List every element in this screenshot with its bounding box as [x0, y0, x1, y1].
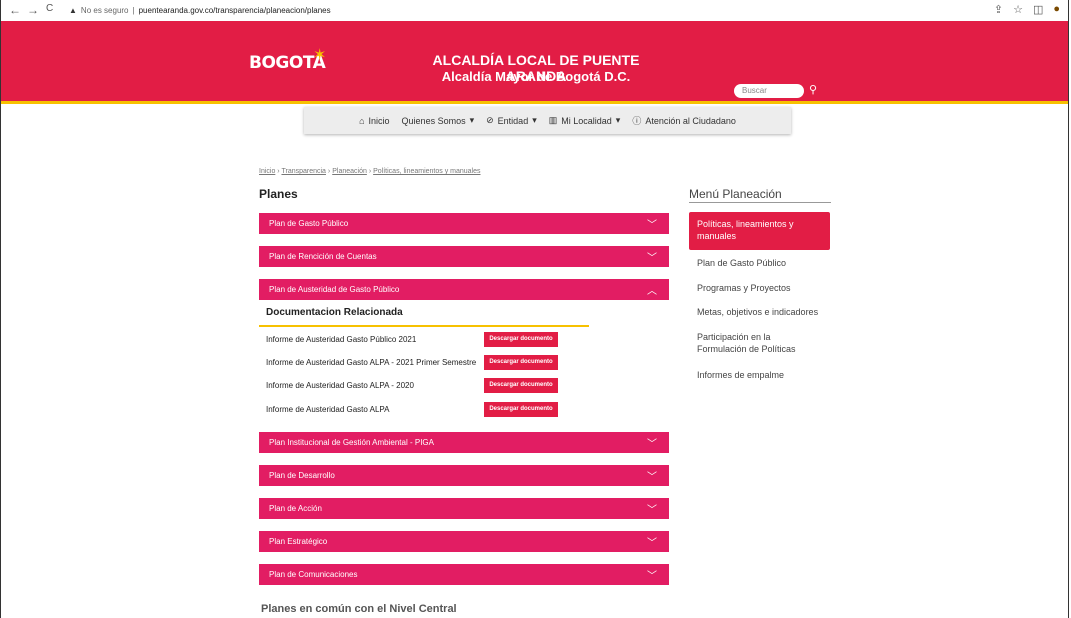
menu-label: Atención al Ciudadano: [645, 115, 736, 126]
menu-label: Mi Localidad: [561, 115, 612, 126]
accordion-plan-accion[interactable]: Plan de Acción ﹀: [259, 498, 669, 519]
accordion-plan-piga[interactable]: Plan Institucional de Gestión Ambiental …: [259, 432, 669, 453]
page-title: Planes: [259, 187, 298, 201]
info-icon: ⓘ: [632, 116, 642, 126]
search-input[interactable]: Buscar: [734, 84, 804, 98]
accordion-label: Plan de Desarrollo: [269, 471, 335, 480]
chevron-down-icon: ▾: [469, 115, 475, 125]
sidebar-item-metas[interactable]: Metas, objetivos e indicadores: [697, 306, 818, 318]
sidebar-item-gasto[interactable]: Plan de Gasto Público: [697, 257, 786, 269]
breadcrumb: Inicio › Transparencia › Planeación › Po…: [259, 168, 481, 175]
download-button[interactable]: Descargar documento: [484, 378, 558, 393]
doc-title: Informe de Austeridad Gasto ALPA - 2021 …: [266, 358, 477, 367]
chevron-down-icon: ﹀: [647, 505, 657, 516]
menu-label: Quienes Somos: [401, 115, 466, 126]
warning-icon: ▲: [69, 5, 77, 15]
sidebar-item-politicas[interactable]: Políticas, lineamientos y manuales: [689, 212, 830, 250]
accordion-plan-austeridad[interactable]: Plan de Austeridad de Gasto Público ︿: [259, 279, 669, 300]
accordion-label: Plan de Acción: [269, 504, 322, 513]
chevron-down-icon: ﹀: [647, 538, 657, 549]
download-button[interactable]: Descargar documento: [484, 332, 558, 347]
share-icon[interactable]: ⇪: [994, 3, 1003, 16]
address-bar[interactable]: ▲ No es seguro | puentearanda.gov.co/tra…: [69, 3, 969, 17]
menu-mi-localidad[interactable]: ▥ Mi Localidad ▾: [549, 115, 621, 126]
security-label: No es seguro: [80, 5, 129, 15]
main-menu: ⌂ Inicio Quienes Somos ▾ ⊘ Entidad ▾ ▥ Mi Loc…: [304, 107, 791, 134]
chevron-down-icon: ﹀: [647, 571, 657, 582]
chevron-down-icon: ▾: [532, 115, 537, 125]
reload-icon[interactable]: C: [46, 3, 53, 14]
accordion-label: Plan de Gasto Público: [269, 219, 349, 228]
sidebar-item-empalme[interactable]: Informes de empalme: [697, 369, 784, 381]
extension-icon[interactable]: ●: [1053, 3, 1060, 16]
doc-title: Informe de Austeridad Gasto ALPA - 2020: [266, 381, 414, 390]
docs-heading: Documentacion Relacionada: [266, 307, 403, 318]
accordion-plan-estrategico[interactable]: Plan Estratégico ﹀: [259, 531, 669, 552]
check-circle-icon: ⊘: [486, 115, 494, 125]
section-title: Planes en común con el Nivel Central: [261, 603, 457, 615]
accordion-plan-rendicion[interactable]: Plan de Rencición de Cuentas ﹀: [259, 246, 669, 267]
accordion-label: Plan de Austeridad de Gasto Público: [269, 285, 400, 294]
browser-window: ← → C ▲ No es seguro | puentearanda.gov.…: [0, 0, 1069, 618]
home-icon: ⌂: [359, 115, 365, 126]
chevron-down-icon: ﹀: [647, 472, 657, 483]
forward-icon[interactable]: →: [27, 3, 39, 17]
download-button[interactable]: Descargar documento: [484, 402, 558, 417]
accordion-label: Plan Institucional de Gestión Ambiental …: [269, 438, 434, 447]
sidebar-item-participacion[interactable]: Participación en la Formulación de Polít…: [697, 331, 822, 355]
search-icon[interactable]: ⚲: [809, 83, 817, 96]
menu-label: Inicio: [368, 115, 390, 126]
menu-label: Entidad: [497, 115, 529, 126]
breadcrumb-planeacion[interactable]: Planeación: [332, 168, 367, 175]
sidebar-divider: [689, 202, 831, 203]
accordion-plan-desarrollo[interactable]: Plan de Desarrollo ﹀: [259, 465, 669, 486]
menu-entidad[interactable]: ⊘ Entidad ▾: [486, 115, 537, 126]
sidebar-title: Menú Planeación: [689, 187, 782, 201]
breadcrumb-transparencia[interactable]: Transparencia: [281, 168, 326, 175]
menu-atencion[interactable]: ⓘ Atención al Ciudadano: [632, 114, 736, 127]
download-button[interactable]: Descargar documento: [484, 355, 558, 370]
sidepanel-icon[interactable]: ◫: [1033, 3, 1043, 16]
chevron-down-icon: ▾: [615, 115, 621, 125]
docs-divider: [259, 325, 589, 327]
chevron-down-icon: ﹀: [647, 439, 657, 450]
url-separator: |: [132, 5, 135, 15]
menu-quienes-somos[interactable]: Quienes Somos ▾: [402, 115, 475, 126]
site-subtitle: Alcaldía Mayor de Bogotá D.C.: [441, 69, 631, 84]
sidebar-item-programas[interactable]: Programas y Proyectos: [697, 282, 791, 294]
accordion-label: Plan Estratégico: [269, 537, 328, 546]
chevron-up-icon: ︿: [647, 286, 657, 297]
menu-inicio[interactable]: ⌂ Inicio: [359, 116, 389, 126]
site-header: BOGOTA ✶ ALCALDÍA LOCAL DE PUENTE ARANDA…: [1, 21, 1068, 104]
star-logo-icon: ✶: [313, 47, 327, 64]
map-icon: ▥: [548, 115, 558, 125]
accordion-label: Plan de Comunicaciones: [269, 570, 358, 579]
doc-title: Informe de Austeridad Gasto ALPA: [266, 405, 390, 414]
browser-toolbar: ← → C ▲ No es seguro | puentearanda.gov.…: [1, 0, 1068, 22]
url-text: puentearanda.gov.co/transparencia/planea…: [138, 5, 331, 15]
accordion-label: Plan de Rencición de Cuentas: [269, 252, 377, 261]
chevron-down-icon: ﹀: [647, 253, 657, 264]
star-icon[interactable]: ☆: [1013, 3, 1023, 16]
accordion-plan-gasto-publico[interactable]: Plan de Gasto Público ﹀: [259, 213, 669, 234]
doc-title: Informe de Austeridad Gasto Público 2021: [266, 335, 417, 344]
chevron-down-icon: ﹀: [647, 220, 657, 231]
accordion-plan-comunicaciones[interactable]: Plan de Comunicaciones ﹀: [259, 564, 669, 585]
breadcrumb-separator: ›: [327, 168, 331, 175]
breadcrumb-politicas[interactable]: Políticas, lineamientos y manuales: [373, 168, 480, 175]
back-icon[interactable]: ←: [9, 3, 21, 17]
breadcrumb-separator: ›: [368, 168, 372, 175]
breadcrumb-separator: ›: [277, 168, 280, 175]
breadcrumb-inicio[interactable]: Inicio: [259, 168, 275, 175]
